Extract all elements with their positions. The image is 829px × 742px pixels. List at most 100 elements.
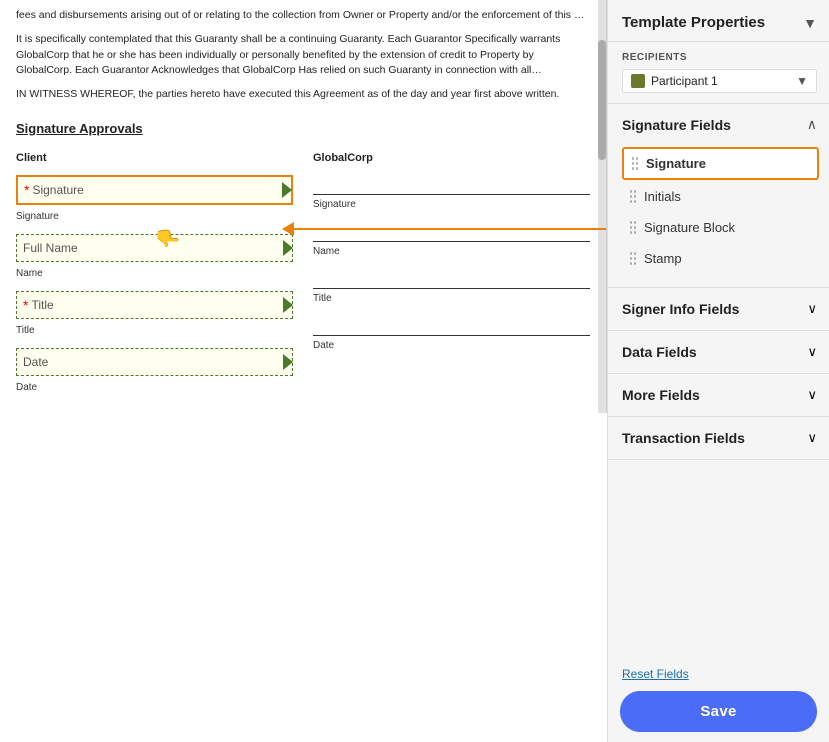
- required-star: *: [24, 183, 29, 197]
- required-star-title: *: [23, 298, 28, 312]
- signature-fields-section: Signature Fields ∧: [608, 104, 829, 288]
- drag-dot: [634, 262, 636, 265]
- client-label: Client: [16, 150, 293, 167]
- gc-sig-underline-title: [313, 269, 590, 289]
- sig-label-name: Name: [16, 266, 293, 281]
- drag-dot: [634, 195, 636, 198]
- recipients-section: RECIPIENTS Participant 1 ▼: [608, 42, 829, 104]
- drag-dot: [636, 162, 638, 165]
- sig-field-date[interactable]: Date Date: [16, 348, 293, 395]
- signer-info-section[interactable]: Signer Info Fields ∨: [608, 288, 829, 331]
- drag-dot: [630, 252, 632, 255]
- body-text-1: fees and disbursements arising out of or…: [16, 8, 586, 24]
- drag-dot: [630, 257, 632, 260]
- section-title: Signature Approvals: [16, 119, 590, 139]
- body-text-3: IN WITNESS WHEREOF, the parties hereto h…: [16, 87, 586, 103]
- drag-dot: [630, 221, 632, 224]
- globalcorp-label: GlobalCorp: [313, 150, 590, 167]
- drag-handle-signature: [632, 157, 638, 170]
- sig-field-box-date[interactable]: Date: [16, 348, 293, 376]
- signature-fields-list: Signature: [608, 143, 829, 287]
- sig-field-title[interactable]: * Title Title: [16, 291, 293, 338]
- transaction-fields-section[interactable]: Transaction Fields ∨: [608, 417, 829, 460]
- more-fields-title: More Fields: [622, 387, 700, 403]
- sig-field-item-stamp[interactable]: Stamp: [622, 244, 819, 273]
- panel-collapse-icon[interactable]: ▼: [803, 15, 817, 31]
- right-panel: Template Properties ▼ RECIPIENTS Partici…: [607, 0, 829, 742]
- chevron-right-icon: [282, 182, 292, 198]
- gc-sig-label-name: Name: [313, 244, 590, 259]
- drag-handle-initials: [630, 190, 636, 203]
- data-fields-chevron-icon[interactable]: ∨: [807, 344, 817, 360]
- data-fields-title: Data Fields: [622, 344, 697, 360]
- signature-fields-chevron-icon[interactable]: ∧: [807, 116, 817, 133]
- gc-sig-underline-date: [313, 316, 590, 336]
- drag-dot: [632, 167, 634, 170]
- more-fields-chevron-icon[interactable]: ∨: [807, 387, 817, 403]
- drag-dot: [634, 200, 636, 203]
- body-text-2: It is specifically contemplated that thi…: [16, 32, 586, 79]
- drag-dot: [630, 195, 632, 198]
- signature-fields-title: Signature Fields: [622, 117, 731, 133]
- drag-dot: [634, 231, 636, 234]
- signature-fields-header[interactable]: Signature Fields ∧: [608, 104, 829, 143]
- drag-arrow: [290, 228, 607, 230]
- drag-dot: [630, 231, 632, 234]
- data-fields-section[interactable]: Data Fields ∨: [608, 331, 829, 374]
- drag-dot: [630, 190, 632, 193]
- panel-title: Template Properties: [622, 14, 765, 31]
- drag-dot: [634, 226, 636, 229]
- globalcorp-column: GlobalCorp Signature Name Title: [313, 150, 590, 405]
- sig-field-fullname[interactable]: Full Name Name: [16, 234, 293, 281]
- gc-sig-label-signature: Signature: [313, 197, 590, 212]
- chevron-right-date-icon: [283, 354, 293, 370]
- sig-field-box-fullname[interactable]: Full Name: [16, 234, 293, 262]
- transaction-fields-chevron-icon[interactable]: ∨: [807, 430, 817, 446]
- drag-dot: [630, 226, 632, 229]
- sig-item-label-block: Signature Block: [644, 220, 735, 235]
- sig-item-label-signature: Signature: [646, 156, 706, 171]
- recipients-label: RECIPIENTS: [622, 52, 817, 63]
- gc-sig-underline-signature: [313, 175, 590, 195]
- drag-dot: [634, 190, 636, 193]
- scrollbar[interactable]: [598, 0, 606, 413]
- title-placeholder: Title: [31, 296, 53, 314]
- sig-field-box-title[interactable]: * Title: [16, 291, 293, 319]
- sig-field-item-initials[interactable]: Initials: [622, 182, 819, 211]
- drag-dot: [634, 252, 636, 255]
- transaction-fields-title: Transaction Fields: [622, 430, 745, 446]
- drag-dot: [630, 200, 632, 203]
- gc-sig-field-signature: Signature: [313, 175, 590, 212]
- panel-header: Template Properties ▼: [608, 0, 829, 42]
- chevron-right-title-icon: [283, 297, 293, 313]
- reset-fields-link[interactable]: Reset Fields: [620, 667, 817, 681]
- sig-item-label-stamp: Stamp: [644, 251, 682, 266]
- sig-label-date: Date: [16, 380, 293, 395]
- sig-field-item-signature-block[interactable]: Signature Block: [622, 213, 819, 242]
- fullname-placeholder: Full Name: [23, 239, 78, 257]
- drag-handle-stamp: [630, 252, 636, 265]
- sig-placeholder: Signature: [32, 181, 83, 199]
- bottom-area: Reset Fields Save: [608, 657, 829, 742]
- sig-item-label-initials: Initials: [644, 189, 681, 204]
- scrollbar-thumb[interactable]: [598, 40, 606, 160]
- sig-field-signature[interactable]: * Signature Signature: [16, 175, 293, 224]
- sig-field-item-signature[interactable]: Signature: [622, 147, 819, 180]
- participant-chevron-icon[interactable]: ▼: [796, 74, 808, 88]
- signer-info-title: Signer Info Fields: [622, 301, 739, 317]
- sig-label-signature: Signature: [16, 209, 293, 224]
- sig-field-box-signature[interactable]: * Signature: [16, 175, 293, 205]
- save-button[interactable]: Save: [620, 691, 817, 732]
- date-placeholder: Date: [23, 353, 48, 371]
- gc-sig-field-title: Title: [313, 269, 590, 306]
- drag-dot: [634, 257, 636, 260]
- drag-dot: [636, 167, 638, 170]
- client-column: Client * Signature Signature Full N: [16, 150, 293, 405]
- more-fields-section[interactable]: More Fields ∨: [608, 374, 829, 417]
- participant-row[interactable]: Participant 1 ▼: [622, 69, 817, 93]
- signer-info-chevron-icon[interactable]: ∨: [807, 301, 817, 317]
- chevron-right-fullname-icon: [283, 240, 293, 256]
- participant-name: Participant 1: [651, 74, 796, 88]
- gc-sig-label-date: Date: [313, 338, 590, 353]
- gc-sig-underline-name: [313, 222, 590, 242]
